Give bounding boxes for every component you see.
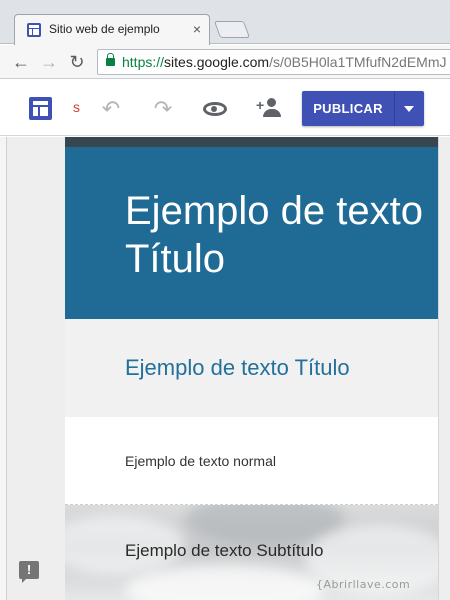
- text-section[interactable]: Ejemplo de texto normal: [65, 417, 438, 505]
- subtitle-text[interactable]: Ejemplo de texto Subtítulo: [125, 541, 323, 561]
- reload-icon[interactable]: ↻: [66, 51, 88, 73]
- site-name[interactable]: s: [73, 99, 80, 115]
- watermark-logo: {Abrirllave.com: [316, 578, 411, 591]
- left-gutter: [0, 137, 7, 600]
- publish-button[interactable]: PUBLICAR: [302, 91, 424, 126]
- add-person-icon[interactable]: +: [256, 98, 282, 120]
- google-sites-icon: [27, 23, 41, 37]
- undo-icon[interactable]: ↶: [98, 96, 124, 122]
- site-page-canvas: Ejemplo de texto Título Ejemplo de texto…: [65, 137, 438, 600]
- lock-icon: [106, 53, 115, 66]
- browser-navbar: ← → ↻ https://sites.google.com/s/0B5H0la…: [0, 45, 450, 79]
- close-icon[interactable]: ×: [189, 21, 205, 37]
- google-sites-logo-icon[interactable]: [29, 97, 52, 120]
- browser-tabstrip: Sitio web de ejemplo ×: [0, 0, 450, 45]
- page-topbar: [65, 137, 438, 147]
- chevron-down-icon[interactable]: [395, 91, 424, 126]
- body-text[interactable]: Ejemplo de texto normal: [125, 453, 276, 469]
- preview-eye-icon[interactable]: [203, 102, 227, 116]
- url-host: sites.google.com: [164, 54, 270, 70]
- redo-icon[interactable]: ↷: [150, 96, 176, 122]
- url-path: /s/0B5H0la1TMfufN2dEMmJ: [269, 54, 447, 70]
- tab-title: Sitio web de ejemplo: [49, 22, 160, 36]
- back-arrow-icon[interactable]: ←: [10, 51, 32, 73]
- sites-toolbar: s ↶ ↷ + PUBLICAR: [0, 80, 450, 136]
- canvas-edge: [438, 137, 450, 600]
- address-bar[interactable]: https://sites.google.com/s/0B5H0la1TMfuf…: [97, 49, 450, 75]
- browser-tab[interactable]: Sitio web de ejemplo ×: [14, 14, 210, 45]
- header-title[interactable]: Ejemplo de texto Título: [125, 187, 425, 283]
- editor-workspace: Ejemplo de texto Título Ejemplo de texto…: [0, 137, 450, 600]
- url-scheme: https://: [122, 54, 165, 70]
- new-tab-button[interactable]: [213, 21, 251, 38]
- url-text[interactable]: https://sites.google.com/s/0B5H0la1TMfuf…: [122, 54, 447, 70]
- forward-arrow-icon[interactable]: →: [38, 51, 60, 73]
- title-section[interactable]: Ejemplo de texto Título: [65, 319, 438, 417]
- header-banner[interactable]: Ejemplo de texto Título: [65, 147, 438, 319]
- section-title[interactable]: Ejemplo de texto Título: [125, 355, 350, 381]
- feedback-icon[interactable]: !: [19, 561, 39, 583]
- cloud-background: [125, 565, 325, 600]
- publish-label: PUBLICAR: [313, 101, 383, 116]
